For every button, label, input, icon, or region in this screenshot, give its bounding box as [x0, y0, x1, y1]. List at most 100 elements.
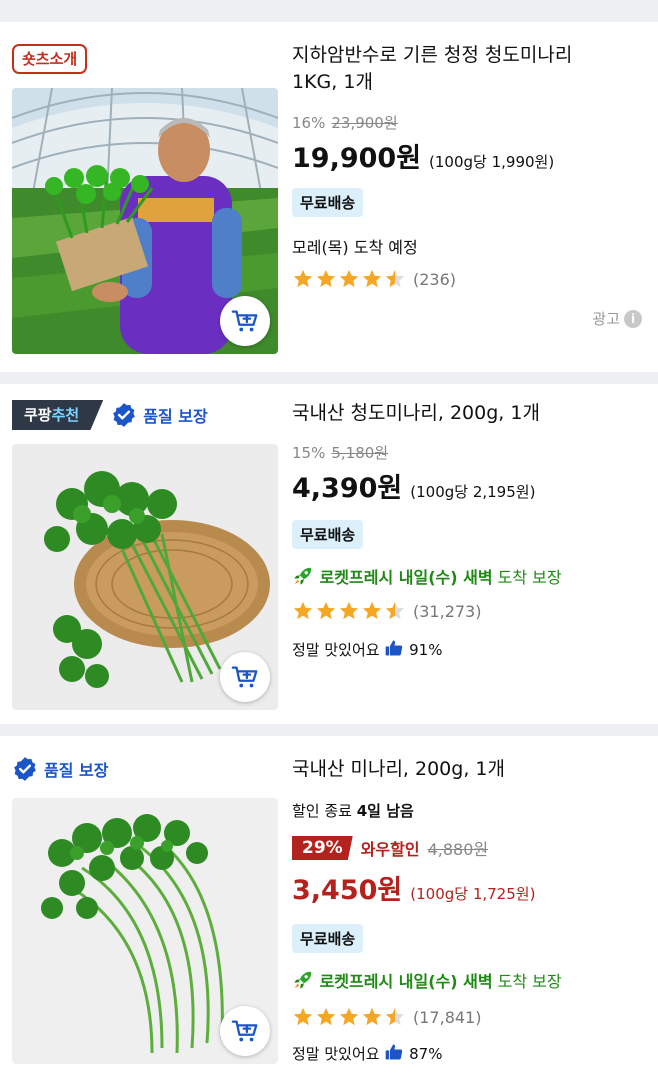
product-title[interactable]: 국내산 청도미나리, 200g, 1개 — [292, 400, 540, 427]
badge-row: 숏츠소개 — [12, 42, 88, 76]
star-half-icon — [384, 600, 406, 622]
shorts-badge: 숏츠소개 — [12, 44, 88, 74]
top-divider — [0, 0, 658, 22]
original-price: 5,180원 — [331, 444, 389, 462]
quality-label: 품질 보장 — [44, 761, 109, 780]
rocket-delivery-guarantee: 도착 보장 — [492, 972, 562, 991]
thumbs-up-icon — [384, 638, 404, 658]
star-icon — [361, 600, 383, 622]
section-divider — [0, 724, 658, 736]
taste-label: 정말 맛있어요 — [292, 1045, 380, 1063]
add-to-cart-icon — [230, 1016, 260, 1046]
product-info: 국내산 청도미나리, 200g, 1개 15% 5,180원 4,390원 (100… — [292, 398, 648, 698]
star-icon — [292, 268, 314, 290]
discount-line: 15% 5,180원 — [292, 442, 388, 463]
price-line: 19,900원 (100g당 1,990원) — [292, 136, 554, 175]
free-shipping-badge: 무료배송 — [292, 924, 364, 953]
review-count: (31,273) — [413, 601, 482, 621]
wow-discount-label: 와우할인 — [360, 840, 420, 859]
rating-row: (31,273) — [292, 600, 481, 622]
shipping-row: 무료배송 — [292, 188, 364, 217]
discount-percent: 15% — [292, 444, 326, 462]
review-count: (236) — [413, 269, 457, 289]
star-icon — [338, 1006, 360, 1028]
free-shipping-badge: 무료배송 — [292, 188, 364, 217]
quality-guarantee: 품질 보장 — [111, 402, 208, 428]
sale-price: 4,390원 — [292, 473, 403, 504]
product-image[interactable] — [12, 88, 278, 354]
product-title[interactable]: 국내산 미나리, 200g, 1개 — [292, 756, 505, 783]
arrival-text: 모레(목) 도착 예정 — [292, 238, 418, 257]
price-line: 4,390원 (100g당 2,195원) — [292, 466, 535, 505]
shipping-row: 무료배송 — [292, 520, 364, 549]
badge-row: 쿠팡추천 품질 보장 — [12, 398, 208, 432]
quality-guarantee: 품질 보장 — [12, 756, 108, 782]
ad-text: 광고 — [592, 310, 620, 328]
taste-percent: 91% — [409, 641, 443, 659]
star-icon — [315, 600, 337, 622]
rocket-delivery-guarantee: 도착 보장 — [492, 568, 562, 587]
shipping-row: 무료배송 — [292, 924, 364, 953]
original-price: 23,900원 — [331, 114, 398, 132]
sale-price: 19,900원 — [292, 143, 422, 174]
add-to-cart-button[interactable] — [220, 296, 270, 346]
unit-price: (100g당 2,195원) — [410, 483, 536, 501]
add-to-cart-icon — [230, 662, 260, 692]
discount-percent: 16% — [292, 114, 326, 132]
taste-label: 정말 맛있어요 — [292, 641, 380, 659]
timer-prefix: 할인 종료 — [292, 802, 357, 820]
rocket-icon — [292, 969, 314, 991]
sale-price: 3,450원 — [292, 875, 403, 906]
taste-percent: 87% — [409, 1045, 443, 1063]
thumbs-up-icon — [384, 1042, 404, 1062]
taste-rating: 정말 맛있어요 91% — [292, 638, 442, 660]
info-icon[interactable]: i — [624, 309, 642, 328]
star-icon — [361, 268, 383, 290]
unit-price: (100g당 1,725원) — [410, 885, 536, 903]
star-icon — [315, 1006, 337, 1028]
product-info: 국내산 미나리, 200g, 1개 할인 종료 4일 남음 29% 와우할인 4… — [292, 752, 648, 1072]
rocket-delivery: 로켓프레시 내일(수) 새벽 도착 보장 — [292, 968, 562, 992]
ad-label[interactable]: 광고 i — [592, 308, 642, 329]
verified-check-icon — [111, 402, 137, 428]
original-price: 4,880원 — [427, 840, 489, 859]
taste-rating: 정말 맛있어요 87% — [292, 1042, 442, 1064]
section-divider — [0, 372, 658, 384]
add-to-cart-icon — [230, 306, 260, 336]
add-to-cart-button[interactable] — [220, 652, 270, 702]
product-info: 지하암반수로 기른 청정 청도미나리 1KG, 1개 16% 23,900원 19… — [292, 40, 648, 340]
timer-value: 4일 남음 — [356, 802, 414, 820]
star-half-icon — [384, 268, 406, 290]
review-count: (17,841) — [413, 1007, 482, 1027]
badge-highlight: 추천 — [51, 406, 80, 424]
rocket-icon — [292, 565, 314, 587]
add-to-cart-button[interactable] — [220, 1006, 270, 1056]
sale-timer: 할인 종료 4일 남음 — [292, 800, 414, 821]
star-icon — [292, 1006, 314, 1028]
unit-price: (100g당 1,990원) — [429, 153, 555, 171]
free-shipping-badge: 무료배송 — [292, 520, 364, 549]
discount-percent: 29% — [292, 836, 353, 860]
rating-row: (17,841) — [292, 1006, 481, 1028]
star-icon — [361, 1006, 383, 1028]
rocket-delivery: 로켓프레시 내일(수) 새벽 도착 보장 — [292, 564, 562, 588]
discount-line: 16% 23,900원 — [292, 112, 398, 133]
price-line: 3,450원 (100g당 1,725원) — [292, 868, 535, 907]
star-icon — [315, 268, 337, 290]
product-image[interactable] — [12, 444, 278, 710]
wow-discount-row: 29% 와우할인 4,880원 — [292, 836, 488, 860]
star-icon — [338, 268, 360, 290]
quality-label: 품질 보장 — [143, 407, 208, 426]
product-image[interactable] — [12, 798, 278, 1064]
star-half-icon — [384, 1006, 406, 1028]
star-icon — [292, 600, 314, 622]
rocket-delivery-text: 로켓프레시 내일(수) 새벽 — [319, 568, 493, 587]
star-icon — [338, 600, 360, 622]
verified-check-icon — [12, 756, 38, 782]
badge-text: 쿠팡 — [24, 406, 52, 424]
badge-row: 품질 보장 — [12, 752, 108, 786]
rating-row: (236) — [292, 268, 456, 290]
product-title[interactable]: 지하암반수로 기른 청정 청도미나리 1KG, 1개 — [292, 42, 622, 96]
coupang-recommend-badge: 쿠팡추천 — [12, 400, 104, 430]
rocket-delivery-text: 로켓프레시 내일(수) 새벽 — [319, 972, 493, 991]
